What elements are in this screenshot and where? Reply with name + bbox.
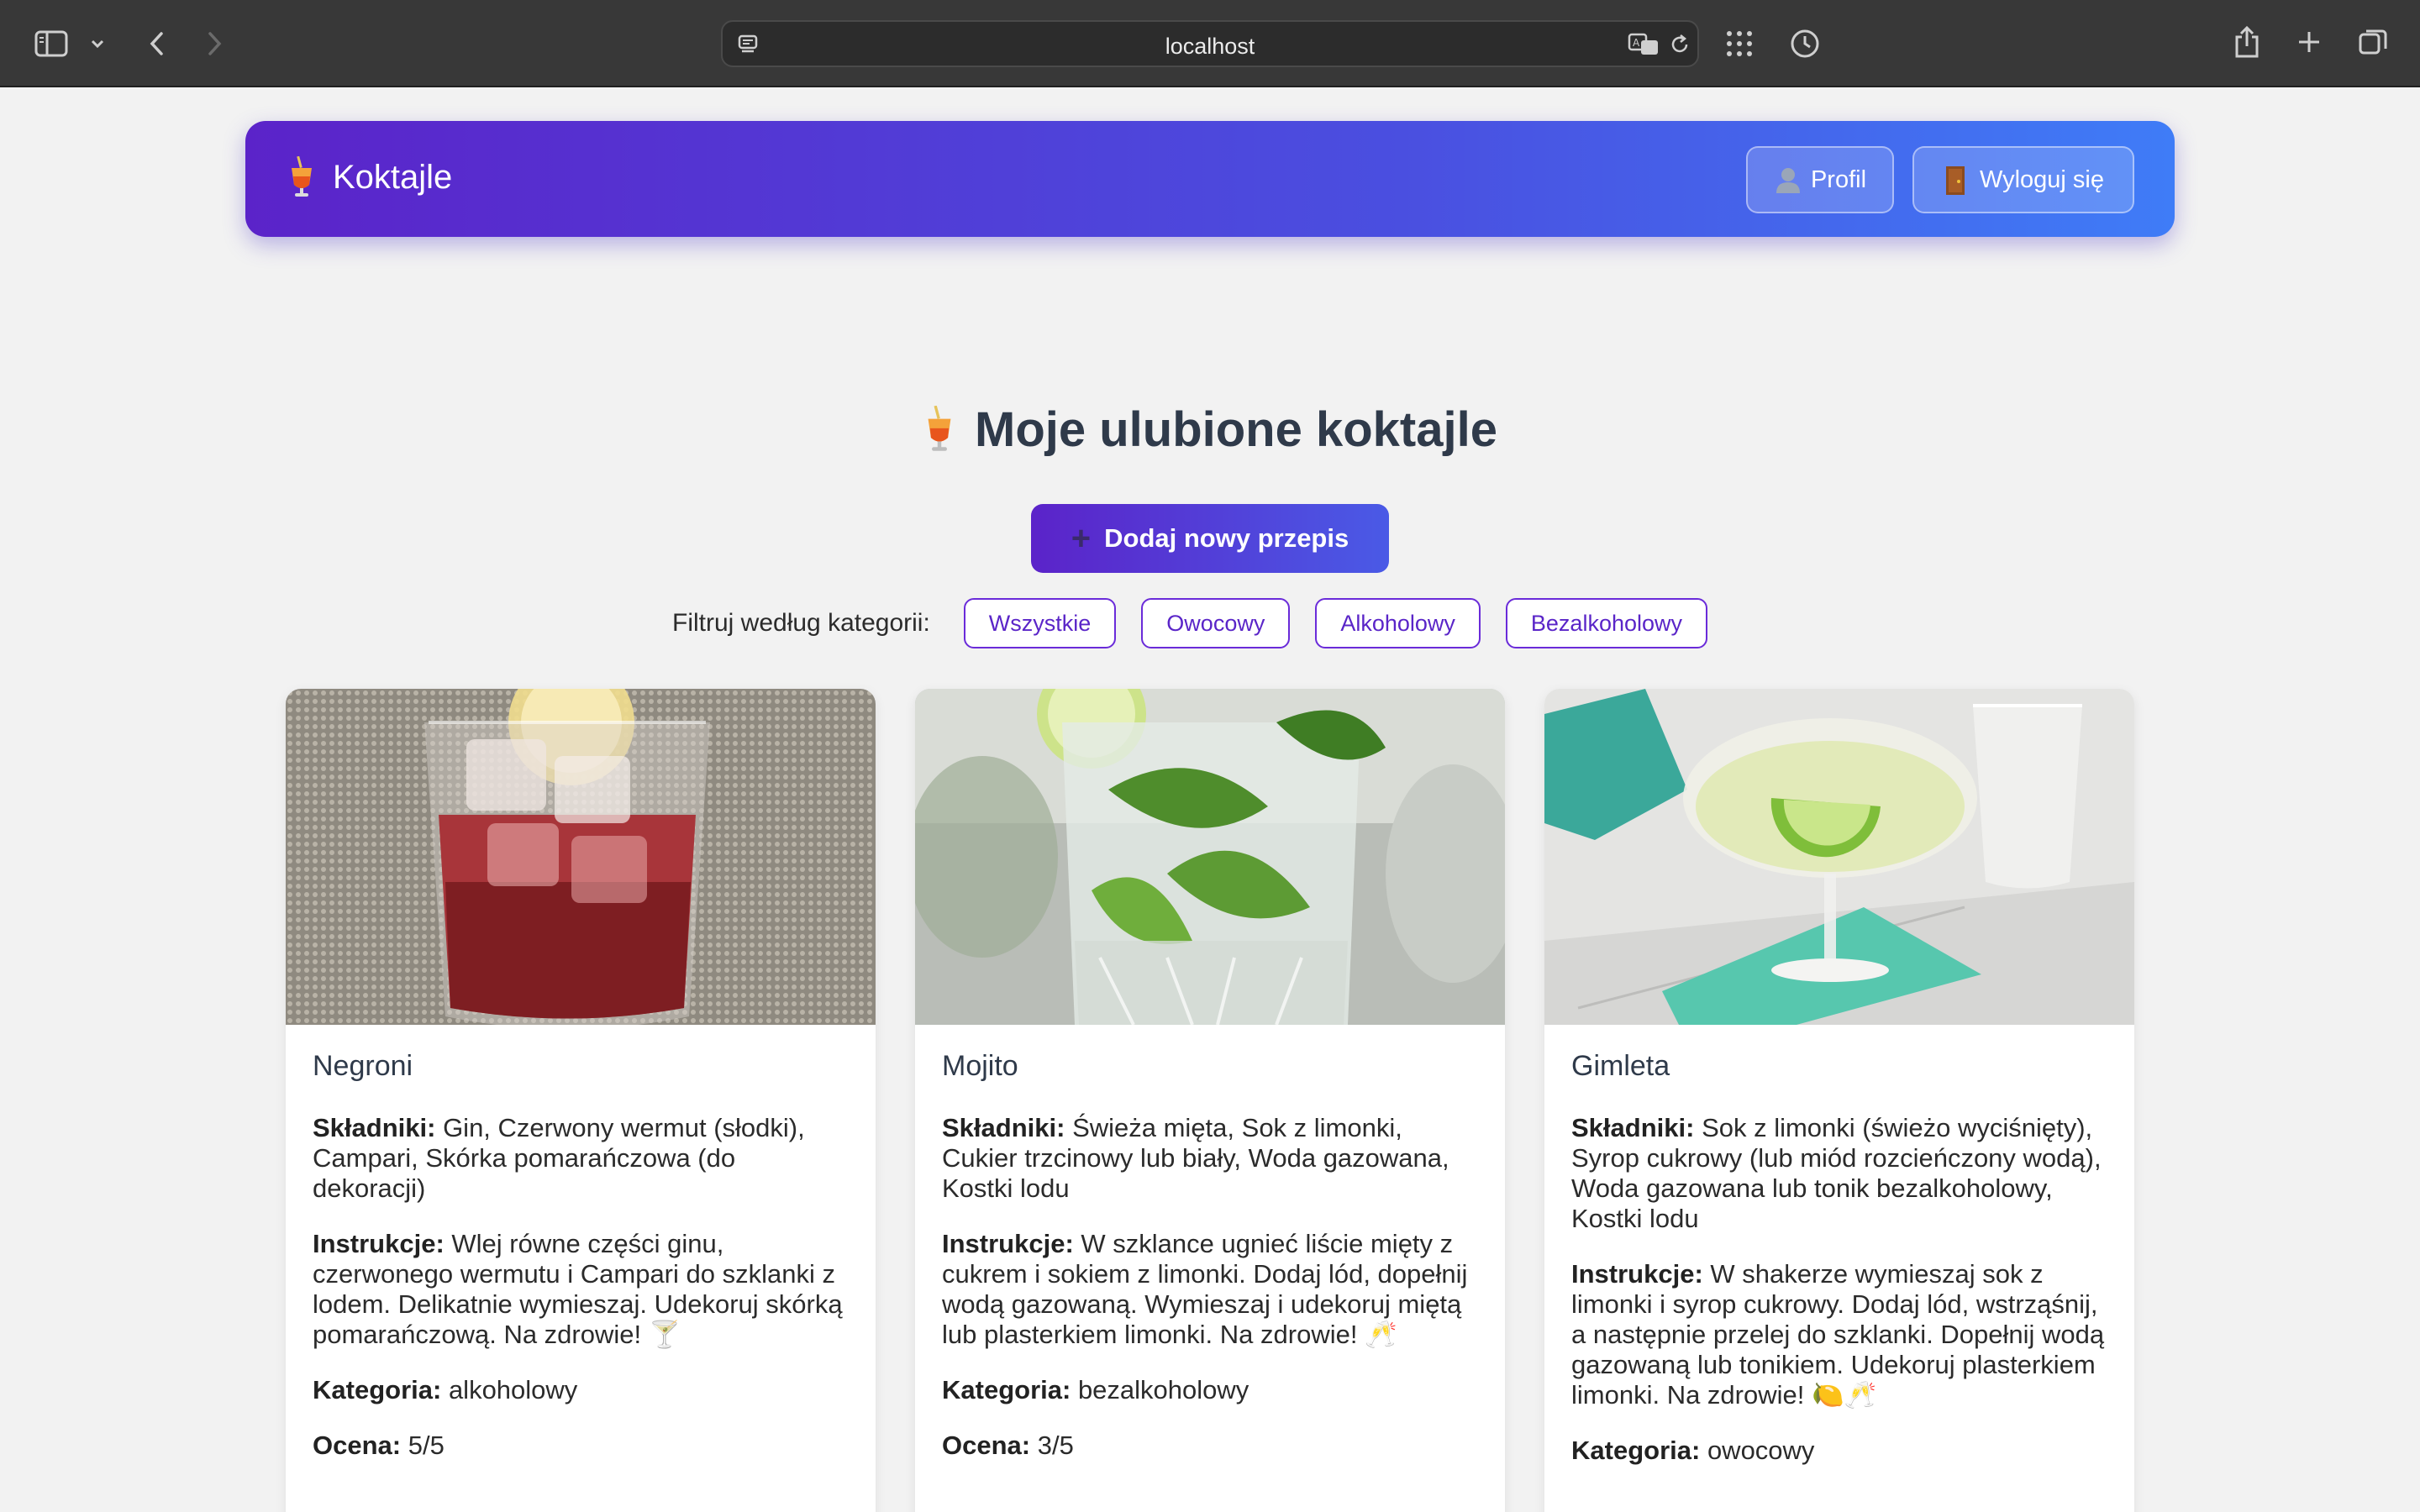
back-icon[interactable] — [141, 25, 171, 62]
sidebar-icon[interactable] — [32, 27, 71, 60]
grid-icon[interactable] — [1723, 27, 1756, 60]
instructions-label: Instrukcje: — [313, 1229, 445, 1258]
add-recipe-label: Dodaj nowy przepis — [1104, 523, 1349, 553]
logout-button[interactable]: Wyloguj się — [1912, 146, 2134, 213]
filter-non-alcoholic[interactable]: Bezalkoholowy — [1505, 598, 1708, 648]
rating: Ocena: 3/5 — [942, 1431, 1478, 1461]
category-label: Kategoria: — [313, 1375, 442, 1404]
rating-text: 3/5 — [1037, 1431, 1074, 1460]
category: Kategoria: alkoholowy — [313, 1375, 849, 1405]
ingredients-label: Składniki: — [1571, 1113, 1695, 1142]
cocktail-name: Negroni — [313, 1050, 413, 1082]
share-icon[interactable] — [2232, 24, 2262, 60]
filter-all[interactable]: Wszystkie — [963, 598, 1117, 648]
category-label: Kategoria: — [942, 1375, 1071, 1404]
category: Kategoria: owocowy — [1571, 1436, 2107, 1466]
cocktail-name: Mojito — [942, 1050, 1018, 1082]
cocktail-image — [915, 689, 1505, 1025]
tabs-overview-icon[interactable] — [2356, 25, 2390, 59]
filter-alcoholic[interactable]: Alkoholowy — [1315, 598, 1481, 648]
cocktail-card[interactable]: Gimleta Składniki: Sok z limonki (świeżo… — [1544, 689, 2134, 1512]
cocktail-card[interactable]: Negroni Składniki: Gin, Czerwony wermut … — [286, 689, 876, 1512]
category-text: owocowy — [1707, 1436, 1815, 1465]
instructions-label: Instrukcje: — [1571, 1259, 1703, 1289]
category-text: alkoholowy — [448, 1375, 578, 1404]
category: Kategoria: bezalkoholowy — [942, 1375, 1478, 1405]
url-text: localhost — [1165, 34, 1255, 59]
page-title: Moje ulubione koktajle — [0, 402, 2420, 458]
cocktail-card[interactable]: Mojito Składniki: Świeża mięta, Sok z li… — [915, 689, 1505, 1512]
chevron-down-icon[interactable] — [87, 34, 108, 54]
rating: Ocena: 5/5 — [313, 1431, 849, 1461]
ingredients: Składniki: Gin, Czerwony wermut (słodki)… — [313, 1113, 849, 1204]
page-title-text: Moje ulubione koktajle — [975, 402, 1497, 457]
instructions-label: Instrukcje: — [942, 1229, 1074, 1258]
logout-label: Wyloguj się — [1979, 165, 2105, 193]
add-recipe-button[interactable]: + Dodaj nowy przepis — [1031, 504, 1389, 573]
instructions: Instrukcje: Wlej równe części ginu, czer… — [313, 1229, 849, 1350]
category-label: Kategoria: — [1571, 1436, 1701, 1465]
rating-label: Ocena: — [942, 1431, 1031, 1460]
app-header: Koktajle Profil Wyloguj się — [245, 121, 2175, 237]
cocktail-icon — [287, 155, 316, 198]
reload-icon[interactable] — [1667, 32, 1692, 57]
rating-text: 5/5 — [408, 1431, 445, 1460]
profile-label: Profil — [1810, 165, 1867, 193]
svg-text:A: A — [1633, 37, 1640, 49]
cocktail-name: Gimleta — [1571, 1050, 1670, 1082]
category-filter: Filtruj według kategorii: Wszystkie Owoc… — [672, 598, 1733, 648]
user-icon — [1774, 165, 1802, 194]
filter-fruity[interactable]: Owocowy — [1141, 598, 1291, 648]
brand-title: Koktajle — [333, 158, 453, 196]
door-icon — [1943, 165, 1971, 195]
ingredients: Składniki: Sok z limonki (świeżo wyciśni… — [1571, 1113, 2107, 1234]
filter-label: Filtruj według kategorii: — [672, 609, 930, 637]
translate-icon[interactable]: A — [1627, 32, 1660, 57]
category-text: bezalkoholowy — [1077, 1375, 1249, 1404]
rating-label: Ocena: — [313, 1431, 402, 1460]
history-icon[interactable] — [1788, 27, 1822, 60]
cocktail-image — [1544, 689, 2134, 1025]
ingredients-label: Składniki: — [313, 1113, 436, 1142]
plus-icon: + — [1071, 520, 1092, 557]
cocktail-image — [286, 689, 876, 1025]
forward-icon[interactable] — [200, 25, 230, 62]
instructions: Instrukcje: W shakerze wymieszaj sok z l… — [1571, 1259, 2107, 1410]
new-tab-icon[interactable] — [2294, 25, 2324, 59]
ingredients-label: Składniki: — [942, 1113, 1065, 1142]
profile-button[interactable]: Profil — [1746, 146, 1894, 213]
ingredients: Składniki: Świeża mięta, Sok z limonki, … — [942, 1113, 1478, 1204]
instructions: Instrukcje: W szklance ugnieć liście mię… — [942, 1229, 1478, 1350]
address-bar[interactable]: localhost A — [721, 20, 1699, 67]
brand[interactable]: Koktajle — [287, 155, 453, 198]
browser-toolbar: localhost A — [0, 0, 2420, 87]
cocktail-icon — [923, 405, 956, 453]
